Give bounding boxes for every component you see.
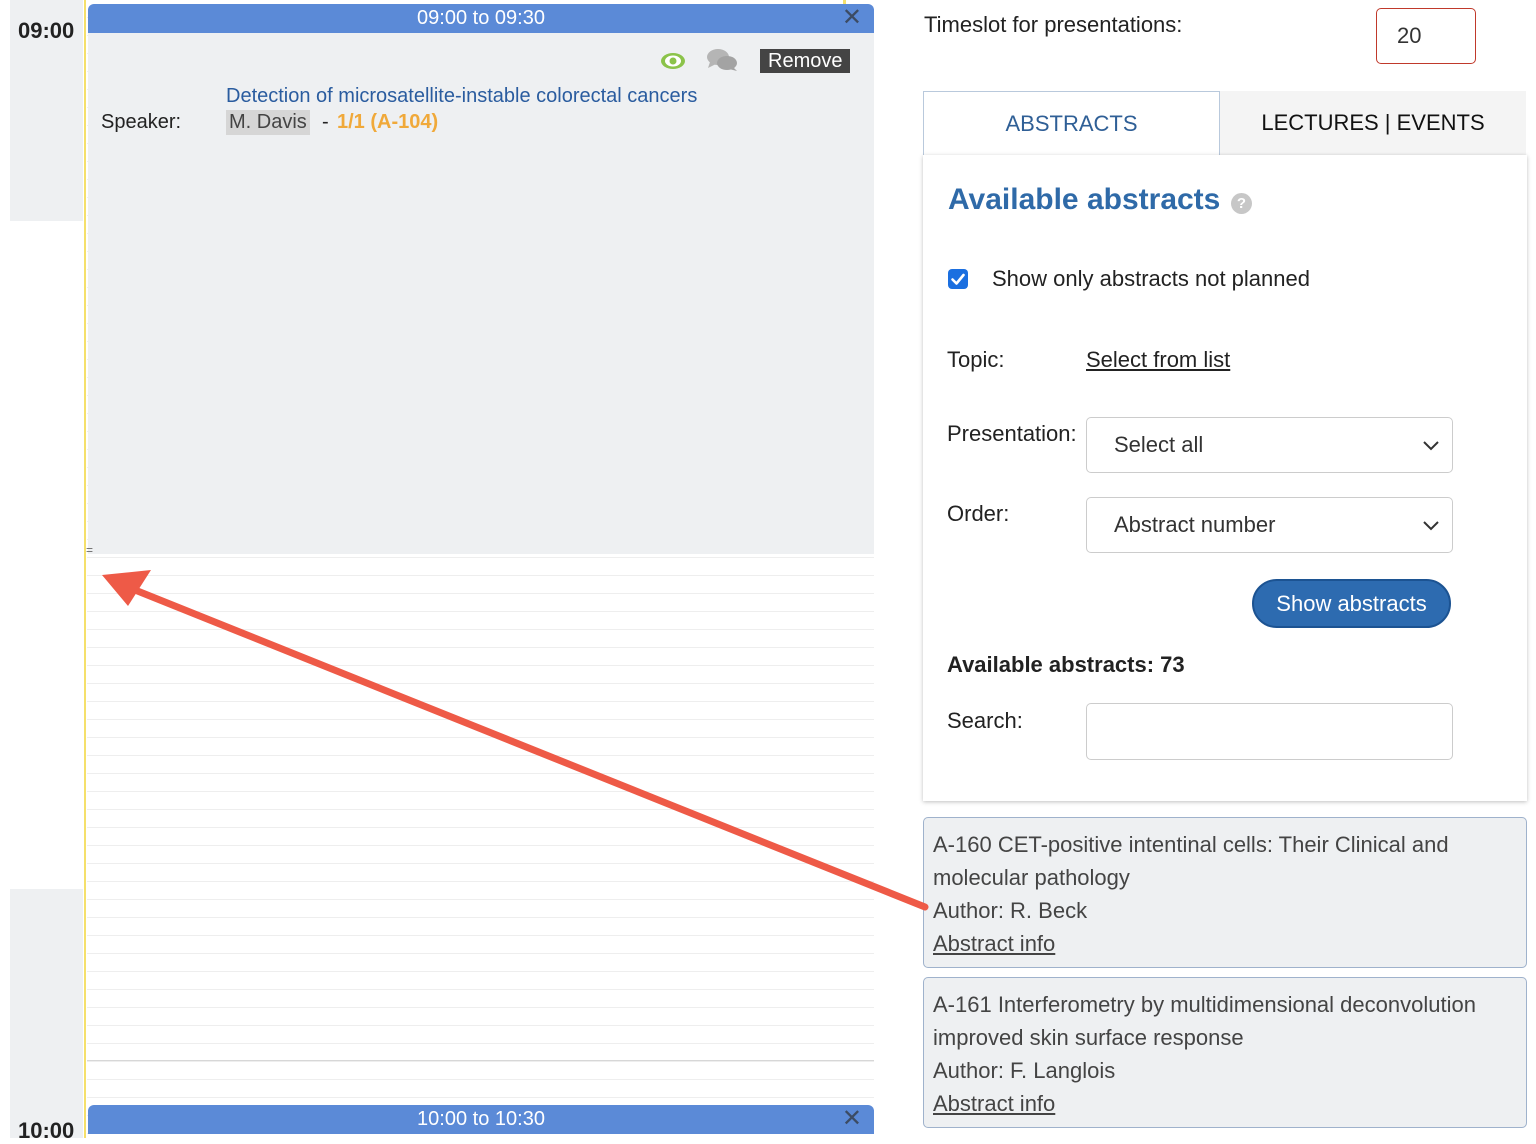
- show-abstracts-button[interactable]: Show abstracts: [1252, 579, 1451, 628]
- search-input[interactable]: [1086, 703, 1453, 760]
- tab-lectures-events[interactable]: LECTURES | EVENTS: [1220, 91, 1526, 155]
- help-icon[interactable]: ?: [1231, 193, 1252, 214]
- speaker-label: Speaker:: [101, 111, 182, 133]
- show-not-planned-label[interactable]: Show only abstracts not planned: [992, 266, 1310, 292]
- time-label-0900: 09:00: [18, 18, 75, 43]
- abstract-card[interactable]: A-160 CET-positive intentinal cells: The…: [923, 817, 1527, 968]
- resize-handle[interactable]: =: [86, 543, 93, 557]
- abstract-author: Author: F. Langlois: [933, 1058, 1116, 1083]
- time-column: 09:00 10:00: [10, 0, 83, 1143]
- column-marker: [84, 0, 86, 1138]
- comments-icon[interactable]: [706, 48, 738, 72]
- time-shade-bottom: [10, 889, 83, 1138]
- panel-title: Available abstracts: [948, 183, 1221, 216]
- abstract-info-link[interactable]: Abstract info: [933, 1087, 1517, 1120]
- checkmark-icon: [951, 273, 965, 285]
- presentation-select[interactable]: Select all: [1086, 417, 1453, 473]
- abstract-author: Author: R. Beck: [933, 898, 1088, 923]
- speaker-name: M. Davis: [226, 110, 310, 135]
- timeslot-label: 09:00 to 09:30: [417, 7, 545, 29]
- timeslot-label: 10:00 to 10:30: [417, 1108, 545, 1130]
- time-label-1000: 10:00: [18, 1118, 75, 1143]
- show-not-planned-checkbox[interactable]: [948, 269, 968, 289]
- timeslot-body[interactable]: [88, 33, 874, 554]
- topic-label: Topic:: [947, 347, 1005, 372]
- order-select[interactable]: Abstract number: [1086, 497, 1453, 553]
- presentation-select-value: Select all: [1114, 432, 1204, 457]
- search-label: Search:: [947, 708, 1023, 733]
- available-abstracts-count: Available abstracts: 73: [947, 652, 1185, 677]
- abstract-title: A-161 Interferometry by multidimensional…: [933, 992, 1476, 1050]
- grid-hour-line: [87, 1060, 874, 1061]
- order-label: Order:: [947, 501, 1010, 526]
- speaker-separator: -: [322, 111, 329, 133]
- abstract-title: A-160 CET-positive intentinal cells: The…: [933, 832, 1449, 890]
- chevron-down-icon: [1423, 521, 1439, 531]
- chevron-down-icon: [1423, 441, 1439, 451]
- presentation-label: Presentation:: [947, 421, 1077, 446]
- timeslot-label: Timeslot for presentations:: [924, 12, 1183, 37]
- remove-button[interactable]: Remove: [760, 49, 851, 73]
- timeslot-header-1000[interactable]: 10:00 to 10:30 ✕: [88, 1105, 874, 1134]
- abstract-card[interactable]: A-161 Interferometry by multidimensional…: [923, 977, 1527, 1128]
- abstract-info-link[interactable]: Abstract info: [933, 927, 1517, 960]
- topic-select-link[interactable]: Select from list: [1086, 347, 1230, 373]
- presentation-number: 1/1 (A-104): [337, 111, 439, 133]
- tab-abstracts[interactable]: ABSTRACTS: [923, 91, 1220, 155]
- order-select-value: Abstract number: [1114, 512, 1276, 537]
- abstracts-panel: Available abstracts ? Show only abstract…: [923, 155, 1527, 801]
- timeslot-input[interactable]: 20: [1376, 8, 1476, 64]
- eye-icon[interactable]: [660, 52, 686, 70]
- presentation-title[interactable]: Detection of microsatellite-instable col…: [226, 85, 697, 108]
- close-icon[interactable]: ✕: [842, 1105, 862, 1133]
- close-icon[interactable]: ✕: [842, 4, 862, 32]
- timeslot-header-0900[interactable]: 09:00 to 09:30 ✕: [88, 4, 874, 33]
